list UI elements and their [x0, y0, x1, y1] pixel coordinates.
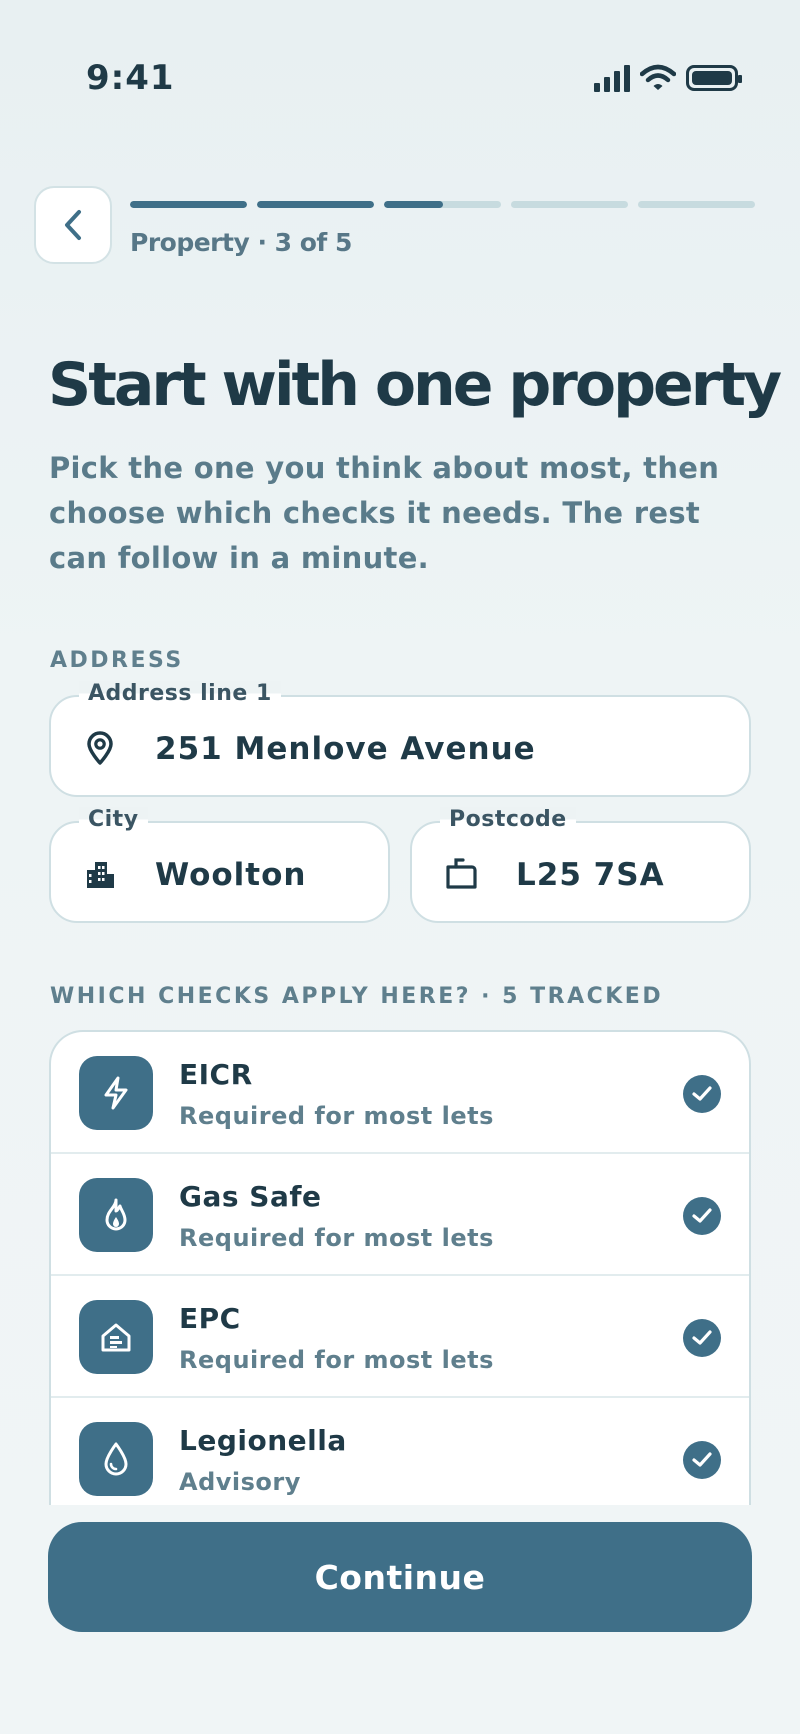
flame-icon: [79, 1178, 153, 1252]
check-name: EICR: [179, 1058, 253, 1091]
address-line1-label: Address line 1: [79, 681, 281, 706]
check-desc: Required for most lets: [179, 1102, 494, 1130]
page-title: Start with one property: [48, 350, 782, 420]
address-line1-field[interactable]: Address line 1 251 Menlove Avenue: [49, 681, 751, 797]
check-desc: Required for most lets: [179, 1346, 494, 1374]
checkmark-icon[interactable]: [683, 1319, 721, 1357]
city-label: City: [79, 807, 148, 832]
checks-list: EICR Required for most lets Gas Safe Req…: [49, 1030, 751, 1510]
check-item-epc[interactable]: EPC Required for most lets: [51, 1276, 749, 1398]
city-input[interactable]: Woolton: [155, 857, 307, 893]
postcode-field[interactable]: Postcode L25 7SA: [410, 807, 751, 923]
status-bar: 9:41: [0, 0, 800, 150]
postcode-input[interactable]: L25 7SA: [516, 857, 665, 893]
checkmark-icon[interactable]: [683, 1197, 721, 1235]
status-icons: [594, 64, 742, 92]
progress-segment: [384, 201, 501, 208]
cellular-signal-icon: [594, 64, 630, 92]
check-name: EPC: [179, 1302, 241, 1335]
mailbox-icon: [444, 857, 478, 891]
chevron-left-icon: [65, 210, 81, 240]
checks-section-label: WHICH CHECKS APPLY HERE? · 5 TRACKED: [50, 984, 664, 1009]
postcode-label: Postcode: [440, 807, 576, 832]
step-label: Property · 3 of 5: [130, 228, 352, 257]
battery-icon: [686, 65, 742, 91]
map-pin-icon: [83, 731, 117, 765]
check-item-eicr[interactable]: EICR Required for most lets: [51, 1032, 749, 1154]
check-item-legionella[interactable]: Legionella Advisory: [51, 1398, 749, 1510]
city-field[interactable]: City Woolton: [49, 807, 390, 923]
water-drop-icon: [79, 1422, 153, 1496]
checkmark-icon[interactable]: [683, 1441, 721, 1479]
status-time: 9:41: [86, 58, 175, 98]
progress-segment: [511, 201, 628, 208]
home-energy-icon: [79, 1300, 153, 1374]
buildings-icon: [83, 857, 117, 891]
check-name: Legionella: [179, 1424, 347, 1457]
lightning-icon: [79, 1056, 153, 1130]
continue-button[interactable]: Continue: [48, 1522, 752, 1632]
check-desc: Required for most lets: [179, 1224, 494, 1252]
back-button[interactable]: [34, 186, 112, 264]
wifi-icon: [640, 64, 676, 90]
progress-segment: [257, 201, 374, 208]
progress-segment: [130, 201, 247, 208]
checkmark-icon[interactable]: [683, 1075, 721, 1113]
progress-bar: [130, 201, 755, 208]
address-line1-input[interactable]: 251 Menlove Avenue: [155, 731, 536, 767]
check-item-gas-safe[interactable]: Gas Safe Required for most lets: [51, 1154, 749, 1276]
check-name: Gas Safe: [179, 1180, 322, 1213]
address-section-label: ADDRESS: [50, 648, 184, 673]
progress-segment: [638, 201, 755, 208]
check-desc: Advisory: [179, 1468, 301, 1496]
page-subtitle: Pick the one you think about most, then …: [49, 451, 720, 575]
